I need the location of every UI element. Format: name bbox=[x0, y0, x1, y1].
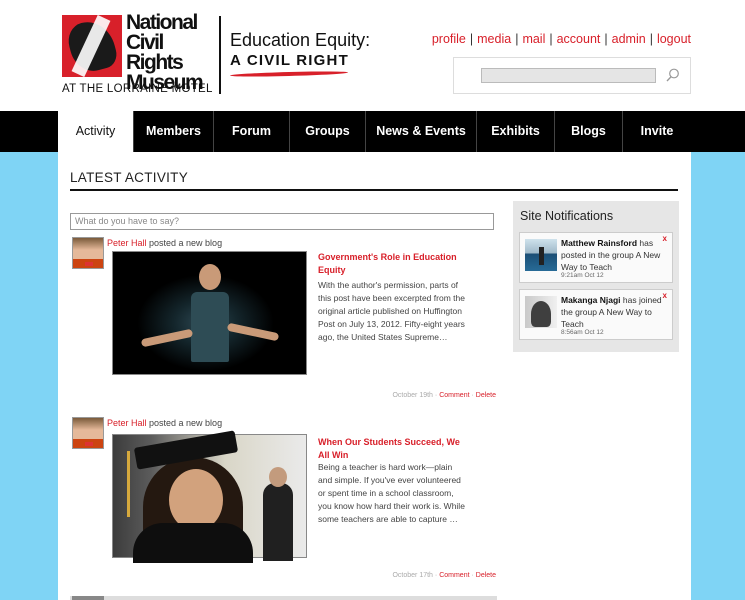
mail-link[interactable]: mail bbox=[522, 32, 545, 46]
activity-meta: October 17th · Comment · Delete bbox=[392, 572, 496, 579]
logo-line-1: National bbox=[126, 11, 198, 34]
activity-action: posted a new blog bbox=[146, 238, 223, 248]
main-nav: Activity Members Forum Groups News & Eve… bbox=[0, 111, 745, 152]
campaign-subtitle: A CIVIL RIGHT bbox=[230, 52, 349, 69]
avatar[interactable] bbox=[72, 237, 104, 269]
comment-link[interactable]: Comment bbox=[439, 572, 469, 579]
search-input[interactable] bbox=[481, 68, 656, 83]
blog-title-link[interactable]: Government's Role in Education Equity bbox=[318, 251, 466, 277]
blog-image[interactable] bbox=[112, 430, 307, 563]
next-activity-item bbox=[70, 596, 497, 600]
activity-summary: Peter Hall posted a new blog bbox=[107, 238, 222, 248]
activity-meta: October 19th · Comment · Delete bbox=[392, 392, 496, 399]
tab-blogs[interactable]: Blogs bbox=[555, 111, 623, 152]
blog-excerpt: With the author's permission, parts of t… bbox=[318, 280, 465, 342]
notification-avatar bbox=[525, 296, 557, 328]
comment-link[interactable]: Comment bbox=[439, 392, 469, 399]
notification-item[interactable]: Matthew Rainsford has posted in the grou… bbox=[519, 232, 673, 283]
tab-invite[interactable]: Invite bbox=[623, 111, 691, 152]
main-content: LATEST ACTIVITY What do you have to say?… bbox=[58, 152, 691, 600]
notification-user[interactable]: Matthew Rainsford bbox=[561, 238, 637, 248]
activity-action: posted a new blog bbox=[146, 418, 223, 428]
notification-time: 8:56am Oct 12 bbox=[561, 329, 604, 336]
title-rule bbox=[70, 189, 678, 191]
site-notifications-panel: Site Notifications Matthew Rainsford has… bbox=[513, 201, 679, 352]
logout-link[interactable]: logout bbox=[657, 32, 691, 46]
media-link[interactable]: media bbox=[477, 32, 511, 46]
activity-date: October 17th bbox=[392, 572, 433, 579]
site-header: National Civil Rights Museum AT THE LORR… bbox=[0, 0, 745, 111]
notification-text: Matthew Rainsford has posted in the grou… bbox=[561, 237, 665, 273]
user-link[interactable]: Peter Hall bbox=[107, 418, 147, 428]
notification-user[interactable]: Makanga Njagi bbox=[561, 295, 621, 305]
page-title: LATEST ACTIVITY bbox=[70, 170, 189, 185]
tab-forum[interactable]: Forum bbox=[214, 111, 290, 152]
tab-members[interactable]: Members bbox=[134, 111, 214, 152]
delete-link[interactable]: Delete bbox=[476, 572, 496, 579]
activity-item: Peter Hall posted a new blog When Our St… bbox=[70, 417, 500, 587]
notification-avatar bbox=[525, 239, 557, 271]
user-link[interactable]: Peter Hall bbox=[107, 238, 147, 248]
close-icon[interactable]: x bbox=[663, 234, 667, 243]
account-links: profile | media | mail | account | admin | logout bbox=[431, 32, 691, 46]
delete-link[interactable]: Delete bbox=[476, 392, 496, 399]
notifications-title: Site Notifications bbox=[520, 209, 614, 223]
activity-item: Peter Hall posted a new blog Government'… bbox=[70, 237, 500, 402]
search-panel bbox=[453, 57, 691, 94]
activity-summary: Peter Hall posted a new blog bbox=[107, 418, 222, 428]
profile-link[interactable]: profile bbox=[432, 32, 466, 46]
notification-text: Makanga Njagi has joined the group A New… bbox=[561, 294, 665, 330]
admin-link[interactable]: admin bbox=[612, 32, 646, 46]
tab-exhibits[interactable]: Exhibits bbox=[477, 111, 555, 152]
close-icon[interactable]: x bbox=[663, 291, 667, 300]
notification-item[interactable]: Makanga Njagi has joined the group A New… bbox=[519, 289, 673, 340]
logo-tagline: AT THE LORRAINE MOTEL bbox=[62, 83, 213, 95]
museum-logo[interactable]: National Civil Rights Museum bbox=[62, 12, 212, 93]
tab-activity[interactable]: Activity bbox=[58, 111, 134, 152]
tab-news-events[interactable]: News & Events bbox=[366, 111, 477, 152]
campaign-swoosh bbox=[229, 70, 349, 78]
status-composer-input[interactable]: What do you have to say? bbox=[70, 213, 494, 230]
notification-time: 9:21am Oct 12 bbox=[561, 272, 604, 279]
blog-image[interactable] bbox=[112, 251, 307, 375]
search-icon[interactable] bbox=[666, 68, 680, 82]
campaign-title: Education Equity: bbox=[230, 30, 371, 50]
header-divider bbox=[219, 16, 221, 94]
avatar[interactable] bbox=[72, 417, 104, 449]
activity-date: October 19th bbox=[392, 392, 433, 399]
logo-wordmark: National Civil Rights Museum bbox=[126, 11, 212, 93]
logo-line-2: Civil Rights bbox=[126, 31, 184, 74]
logo-figure-icon bbox=[62, 15, 122, 77]
blog-title-link[interactable]: When Our Students Succeed, We All Win bbox=[318, 436, 466, 462]
tab-groups[interactable]: Groups bbox=[290, 111, 366, 152]
blog-excerpt: Being a teacher is hard work—plain and s… bbox=[318, 462, 465, 524]
account-link[interactable]: account bbox=[557, 32, 601, 46]
